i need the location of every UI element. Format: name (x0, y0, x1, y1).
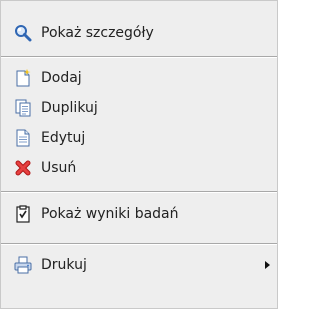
menu-item-add[interactable]: Dodaj (1, 65, 277, 91)
menu-item-show-details[interactable]: Pokaż szczegóły (1, 20, 277, 46)
context-menu: Pokaż szczegóły Dodaj Duplikuj Edytuj Us… (0, 0, 278, 309)
magnifier-icon (14, 24, 32, 42)
menu-item-edit[interactable]: Edytuj (1, 125, 277, 151)
menu-item-label: Duplikuj (41, 100, 98, 116)
red-x-icon (14, 159, 32, 177)
menu-item-label: Usuń (41, 160, 77, 176)
menu-item-delete[interactable]: Usuń (1, 155, 277, 181)
menu-separator (1, 56, 277, 58)
menu-item-label: Drukuj (41, 257, 87, 273)
submenu-arrow-icon (265, 261, 270, 269)
menu-item-duplicate[interactable]: Duplikuj (1, 95, 277, 121)
new-document-icon (14, 69, 32, 87)
results-icon (14, 205, 32, 223)
menu-item-label: Edytuj (41, 130, 86, 146)
menu-item-print[interactable]: Drukuj (1, 252, 277, 278)
menu-separator (1, 191, 277, 193)
document-icon (14, 129, 32, 147)
menu-item-label: Pokaż wyniki badań (41, 206, 179, 222)
printer-icon (14, 256, 32, 274)
copy-documents-icon (14, 99, 32, 117)
menu-separator (1, 243, 277, 245)
menu-item-label: Pokaż szczegóły (41, 25, 154, 41)
menu-item-label: Dodaj (41, 70, 82, 86)
menu-item-show-results[interactable]: Pokaż wyniki badań (1, 201, 277, 227)
